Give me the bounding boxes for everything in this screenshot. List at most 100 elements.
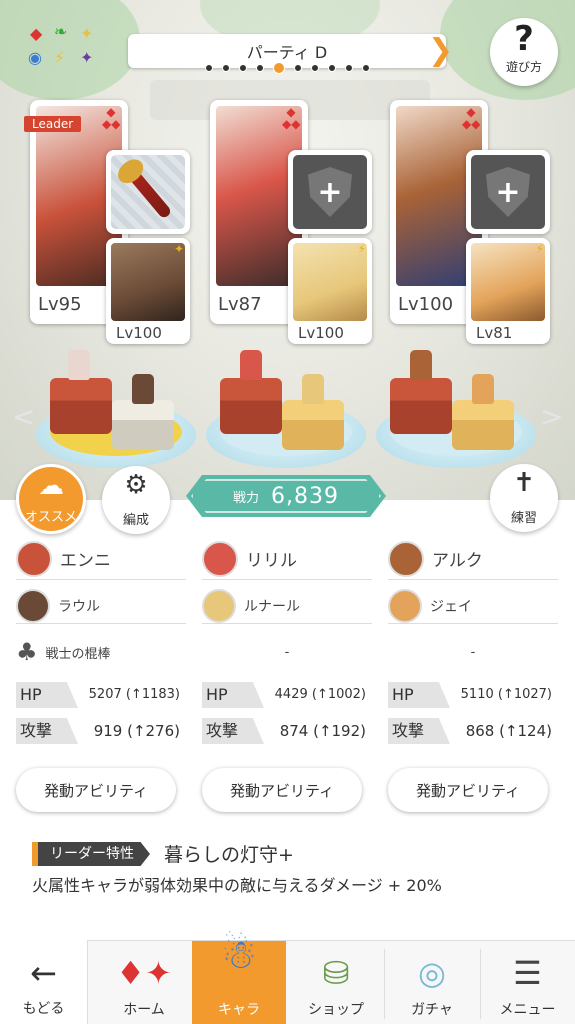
- attack-value: 874 (↑192): [279, 722, 366, 740]
- character-sprite: [132, 374, 154, 404]
- training-dummy-icon: ✝: [513, 468, 535, 498]
- leader-tag: Leader: [24, 116, 82, 132]
- page-dot[interactable]: [328, 64, 336, 72]
- attack-label: 攻撃: [388, 718, 450, 744]
- character-sprite: [410, 350, 432, 380]
- lightning-block: [282, 400, 344, 450]
- sub-character-avatar: [388, 588, 422, 623]
- nav-shop[interactable]: ⛁ ショップ: [288, 941, 384, 1024]
- sub-character-card-1[interactable]: ✦ Lv100: [106, 238, 190, 344]
- character-sprite: [472, 374, 494, 404]
- nav-character[interactable]: ☃ キャラ: [192, 932, 286, 1024]
- sub-character-avatar: [202, 588, 236, 623]
- nav-character-label: キャラ: [218, 1002, 260, 1018]
- page-dot[interactable]: [345, 64, 353, 72]
- fire-element-icon: ◆ ◆◆: [462, 105, 481, 131]
- character-platform-2[interactable]: [206, 350, 366, 470]
- weapon-slot-1[interactable]: [106, 150, 190, 234]
- page-dot[interactable]: [222, 64, 230, 72]
- sub-character-avatar: [16, 588, 50, 623]
- weapon-slot-2[interactable]: +: [288, 150, 372, 234]
- character-avatar: [202, 540, 238, 577]
- page-dot[interactable]: [294, 64, 302, 72]
- main-level: Lv100: [398, 294, 454, 315]
- fire-element-icon: ◆ ◆◆: [282, 105, 301, 131]
- main-character-name: アルク: [432, 551, 483, 571]
- main-character-name: エンニ: [60, 551, 111, 571]
- power-badge-border: [191, 479, 381, 513]
- menu-icon: ☰: [513, 954, 542, 992]
- hp-label: HP: [202, 682, 264, 708]
- add-weapon-icon: +: [308, 167, 352, 217]
- hp-value: 5110 (↑1027): [460, 687, 552, 702]
- sub-character-name: ジェイ: [430, 598, 472, 615]
- character-column-2: リリル ルナール - HP 4429 (↑1002) 攻撃 874 (↑192): [202, 538, 372, 744]
- formation-button[interactable]: ⚙ 編成: [102, 466, 170, 534]
- ability-button-1[interactable]: 発動アビリティ: [16, 768, 176, 812]
- sub-character-card-3[interactable]: ⚡ Lv81: [466, 238, 550, 344]
- nav-menu[interactable]: ☰ メニュー: [480, 941, 575, 1024]
- back-button[interactable]: ← もどる: [0, 940, 88, 1024]
- page-dot[interactable]: [205, 64, 213, 72]
- character-sprite: [240, 350, 262, 380]
- sub-character-name: ラウル: [58, 598, 100, 615]
- equipment-name: -: [470, 644, 476, 660]
- party-page-indicator: [205, 62, 370, 74]
- fire-block: [50, 378, 112, 434]
- weapon-slot-3[interactable]: +: [466, 150, 550, 234]
- lightning-block: [452, 400, 514, 450]
- recommend-label: オススメ: [24, 510, 77, 525]
- sub-character-name: ルナール: [244, 598, 300, 615]
- attack-value: 868 (↑124): [465, 722, 552, 740]
- character-sprite: [68, 350, 90, 380]
- sparkle-icon: ✦: [173, 242, 184, 256]
- leader-trait-label: リーダー特性: [32, 842, 150, 866]
- recommend-icon: ☁: [38, 471, 64, 501]
- staff-icon: [113, 154, 173, 220]
- back-label: もどる: [22, 1001, 65, 1017]
- club-icon: ♣: [16, 638, 38, 666]
- next-party-button[interactable]: ❯: [428, 34, 453, 68]
- practice-label: 練習: [510, 511, 537, 526]
- character-platform-1[interactable]: [36, 350, 196, 470]
- nav-shop-label: ショップ: [308, 1002, 364, 1018]
- page-dot-active[interactable]: [273, 62, 285, 74]
- sub-character-card-2[interactable]: ⚡ Lv100: [288, 238, 372, 344]
- nav-gacha[interactable]: ◎ ガチャ: [384, 941, 480, 1024]
- main-character-name: リリル: [246, 551, 297, 571]
- help-button[interactable]: ? 遊び方: [490, 18, 558, 86]
- question-icon: ?: [514, 19, 534, 59]
- character-avatar: [388, 540, 424, 577]
- recommend-button[interactable]: ☁ オススメ: [16, 464, 86, 534]
- attack-value: 919 (↑276): [93, 722, 180, 740]
- character-column-1: エンニ ラウル ♣ 戦士の棍棒 HP 5207 (↑1183) 攻撃 919 (↑27…: [16, 538, 186, 744]
- hp-value: 4429 (↑1002): [274, 687, 366, 702]
- lightning-icon: ⚡: [357, 242, 366, 256]
- shop-icon: ⛁: [322, 954, 350, 992]
- page-dot[interactable]: [362, 64, 370, 72]
- page-dot[interactable]: [239, 64, 247, 72]
- formation-icon: ⚙: [124, 470, 148, 500]
- add-weapon-icon: +: [486, 167, 530, 217]
- practice-button[interactable]: ✝ 練習: [490, 464, 558, 532]
- sub-character-portrait: [293, 243, 367, 321]
- element-jewels-icon: ◆ ❧ ✦ ◉ ⚡ ✦: [28, 22, 94, 67]
- page-dot[interactable]: [256, 64, 264, 72]
- page-dot[interactable]: [311, 64, 319, 72]
- ability-button-3[interactable]: 発動アビリティ: [388, 768, 548, 812]
- nav-menu-label: メニュー: [499, 1002, 556, 1018]
- ability-button-2[interactable]: 発動アビリティ: [202, 768, 362, 812]
- character-platform-3[interactable]: [376, 350, 536, 470]
- equipment-name: -: [284, 644, 290, 660]
- sub-level: Lv81: [476, 324, 513, 342]
- prev-party-arrow[interactable]: <: [12, 400, 35, 433]
- character-icon: ☃: [221, 932, 257, 978]
- sub-level: Lv100: [298, 324, 344, 342]
- attack-label: 攻撃: [202, 718, 264, 744]
- next-party-arrow[interactable]: >: [540, 400, 563, 433]
- fire-element-icon: ◆ ◆◆: [102, 105, 121, 131]
- nav-home[interactable]: ♦✦ ホーム: [96, 941, 192, 1024]
- leader-skill-name: 暮らしの灯守+: [164, 844, 294, 866]
- character-sprite: [302, 374, 324, 404]
- formation-label: 編成: [122, 513, 149, 528]
